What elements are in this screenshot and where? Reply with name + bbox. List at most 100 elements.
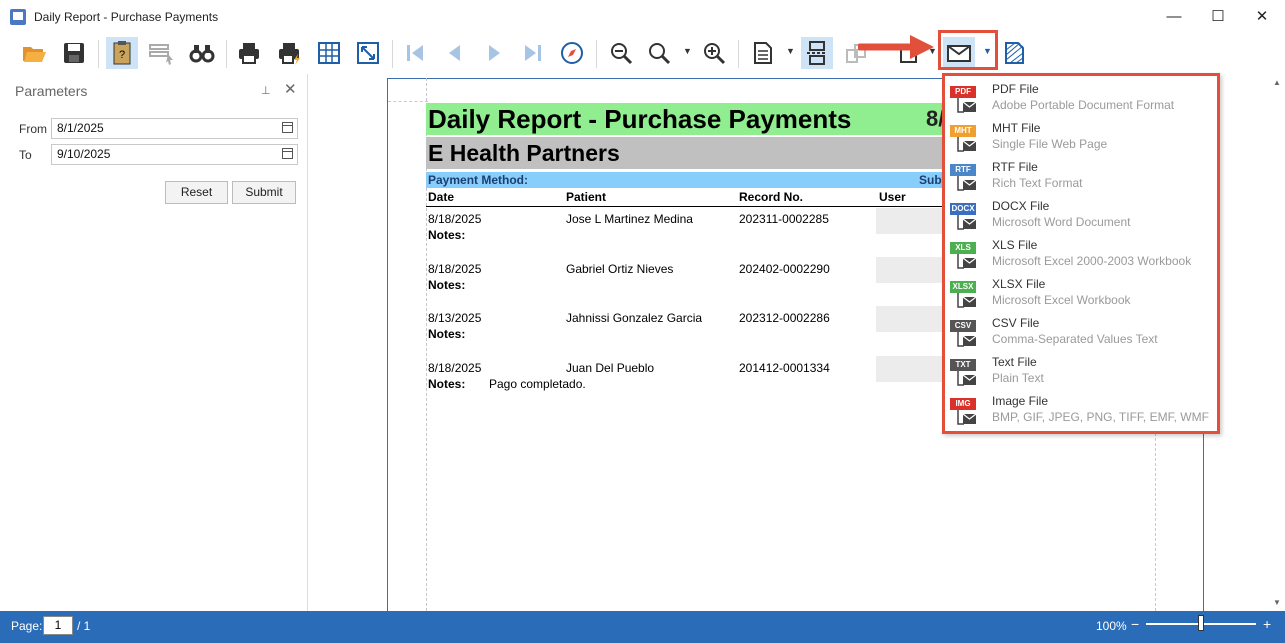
app-icon — [10, 9, 26, 25]
close-icon[interactable]: ✕ — [284, 80, 297, 98]
envelope-icon — [957, 174, 977, 191]
column-header-patient: Patient — [566, 190, 607, 204]
search-icon[interactable] — [186, 37, 218, 69]
margin-guide — [388, 101, 428, 102]
export-menu-item[interactable]: XLS XLS File Microsoft Excel 2000-2003 Wor… — [945, 234, 1217, 273]
watermark-icon[interactable] — [998, 37, 1030, 69]
first-page-icon[interactable] — [399, 37, 431, 69]
subtotal-label: Sub — [919, 173, 942, 187]
column-header-record: Record No. — [739, 190, 804, 204]
export-item-name: XLS File — [992, 238, 1038, 252]
row-record: 202402-0002290 — [739, 262, 830, 276]
zoom-in-icon[interactable] — [698, 37, 730, 69]
row-patient: Juan Del Pueblo — [566, 361, 655, 375]
export-menu-item[interactable]: DOCX DOCX File Microsoft Word Document — [945, 195, 1217, 234]
export-menu-item[interactable]: PDF PDF File Adobe Portable Document Forma… — [945, 78, 1217, 117]
redacted-user — [876, 257, 946, 283]
zoom-slider-thumb[interactable] — [1198, 615, 1204, 631]
notes-label: Notes: — [428, 377, 466, 391]
calendar-icon[interactable] — [282, 148, 293, 159]
page-number-input[interactable]: 1 — [43, 616, 73, 635]
zoom-icon[interactable] — [643, 37, 675, 69]
scroll-up-icon[interactable]: ▲ — [1273, 78, 1281, 87]
email-button-highlight — [938, 30, 998, 70]
quick-print-icon[interactable] — [273, 37, 305, 69]
reset-button[interactable]: Reset — [165, 181, 228, 204]
notes-label: Notes: — [428, 327, 466, 341]
document-map-icon[interactable] — [145, 37, 177, 69]
export-menu-item[interactable]: CSV CSV File Comma-Separated Values Text — [945, 312, 1217, 351]
scroll-down-icon[interactable]: ▼ — [1273, 598, 1281, 607]
close-button[interactable]: ✕ — [1240, 4, 1284, 30]
last-page-icon[interactable] — [517, 37, 549, 69]
column-header-user: User — [879, 190, 906, 204]
previous-page-icon[interactable] — [438, 37, 470, 69]
company-bar: E Health Partners — [426, 137, 946, 169]
export-menu-item[interactable]: IMG Image File BMP, GIF, JPEG, PNG, TIFF, … — [945, 390, 1217, 429]
scale-icon[interactable] — [352, 37, 384, 69]
export-menu-item[interactable]: TXT Text File Plain Text — [945, 351, 1217, 390]
file-type-badge-icon: CSV — [950, 320, 976, 332]
file-type-badge-icon: TXT — [950, 359, 976, 371]
export-menu-item[interactable]: RTF RTF File Rich Text Format — [945, 156, 1217, 195]
payment-method-label: Payment Method: — [428, 173, 529, 187]
toolbar: ? ▼ ▼ ▼ ▼ — [0, 34, 1285, 74]
envelope-icon — [957, 369, 977, 386]
file-type-badge-icon: PDF — [950, 86, 976, 98]
notes-label: Notes: — [428, 278, 466, 292]
open-icon[interactable] — [18, 37, 50, 69]
navigation-icon[interactable] — [556, 37, 588, 69]
notes-label: Notes: — [428, 228, 466, 242]
envelope-icon — [957, 96, 977, 113]
zoom-minus-icon[interactable]: − — [1131, 616, 1139, 632]
parameters-icon[interactable]: ? — [106, 37, 138, 69]
zoom-out-icon[interactable] — [605, 37, 637, 69]
export-item-name: RTF File — [992, 160, 1038, 174]
export-item-name: DOCX File — [992, 199, 1050, 213]
pin-icon[interactable]: ⊥ — [261, 84, 271, 97]
calendar-icon[interactable] — [282, 122, 293, 133]
row-patient: Jahnissi Gonzalez Garcia — [566, 311, 703, 325]
view-mode-icon[interactable] — [747, 37, 779, 69]
report-title: Daily Report - Purchase Payments — [428, 104, 852, 134]
from-label: From — [19, 122, 47, 136]
payment-method-bar: Payment Method: Sub — [426, 172, 946, 188]
from-date-field[interactable]: 8/1/2025 — [51, 118, 298, 139]
svg-text:?: ? — [119, 49, 125, 61]
row-date: 8/18/2025 — [428, 361, 482, 375]
zoom-dropdown-arrow-icon[interactable]: ▼ — [683, 46, 692, 56]
export-item-description: Adobe Portable Document Format — [992, 98, 1175, 112]
export-format-menu: PDF PDF File Adobe Portable Document Forma… — [942, 73, 1220, 434]
envelope-icon — [957, 330, 977, 347]
export-item-description: Microsoft Word Document — [992, 215, 1131, 229]
page-label: Page: — [11, 619, 43, 633]
export-item-name: XLSX File — [992, 277, 1046, 291]
multiple-pages-icon[interactable] — [801, 37, 833, 69]
file-type-badge-icon: RTF — [950, 164, 976, 176]
export-item-description: Rich Text Format — [992, 176, 1083, 190]
save-icon[interactable] — [58, 37, 90, 69]
maximize-button[interactable]: ☐ — [1196, 4, 1240, 30]
to-date-field[interactable]: 9/10/2025 — [51, 144, 298, 165]
export-item-description: Plain Text — [992, 371, 1044, 385]
view-mode-dropdown-arrow-icon[interactable]: ▼ — [786, 46, 795, 56]
export-item-name: Image File — [992, 394, 1049, 408]
parameters-title: Parameters — [15, 83, 88, 99]
minimize-button[interactable]: — — [1152, 4, 1196, 30]
export-menu-item[interactable]: MHT MHT File Single File Web Page — [945, 117, 1217, 156]
file-type-badge-icon: MHT — [950, 125, 976, 137]
export-menu-item[interactable]: XLSX XLSX File Microsoft Excel Workbook — [945, 273, 1217, 312]
vertical-scrollbar[interactable]: ▲ ▼ — [1270, 74, 1285, 611]
to-label: To — [19, 148, 32, 162]
row-date: 8/13/2025 — [428, 311, 482, 325]
next-page-icon[interactable] — [479, 37, 511, 69]
envelope-icon — [957, 408, 977, 425]
from-date-value: 8/1/2025 — [57, 121, 104, 135]
zoom-plus-icon[interactable]: + — [1263, 616, 1271, 632]
page-setup-icon[interactable] — [313, 37, 345, 69]
toolbar-separator — [738, 40, 739, 68]
row-date: 8/18/2025 — [428, 212, 482, 226]
submit-button[interactable]: Submit — [232, 181, 296, 204]
toolbar-separator — [98, 40, 99, 68]
print-icon[interactable] — [233, 37, 265, 69]
